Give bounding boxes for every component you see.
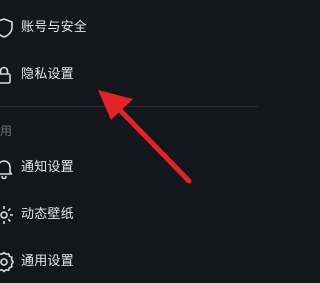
gear-icon	[0, 250, 16, 274]
live-wallpaper-label: 动态壁纸	[21, 207, 74, 222]
account-security-label: 账号与安全	[21, 20, 88, 35]
bell-icon	[0, 156, 16, 180]
general-settings-item[interactable]: 通用设置	[0, 241, 258, 283]
section-divider	[0, 106, 258, 107]
notification-settings-item[interactable]: 通知设置	[0, 147, 258, 189]
notification-settings-label: 通知设置	[21, 160, 74, 175]
general-settings-label: 通用设置	[21, 254, 74, 269]
lock-icon	[0, 63, 16, 87]
settings-panel: 账号与安全 隐私设置 用 通知设置 动态壁纸 通用设置	[0, 0, 258, 280]
shield-icon	[0, 16, 16, 40]
wallpaper-icon	[0, 203, 16, 227]
live-wallpaper-item[interactable]: 动态壁纸	[0, 194, 258, 236]
account-security-item[interactable]: 账号与安全	[0, 7, 258, 49]
general-section-title: 用	[0, 124, 13, 138]
privacy-settings-label: 隐私设置	[21, 67, 74, 82]
privacy-settings-item[interactable]: 隐私设置	[0, 54, 258, 96]
